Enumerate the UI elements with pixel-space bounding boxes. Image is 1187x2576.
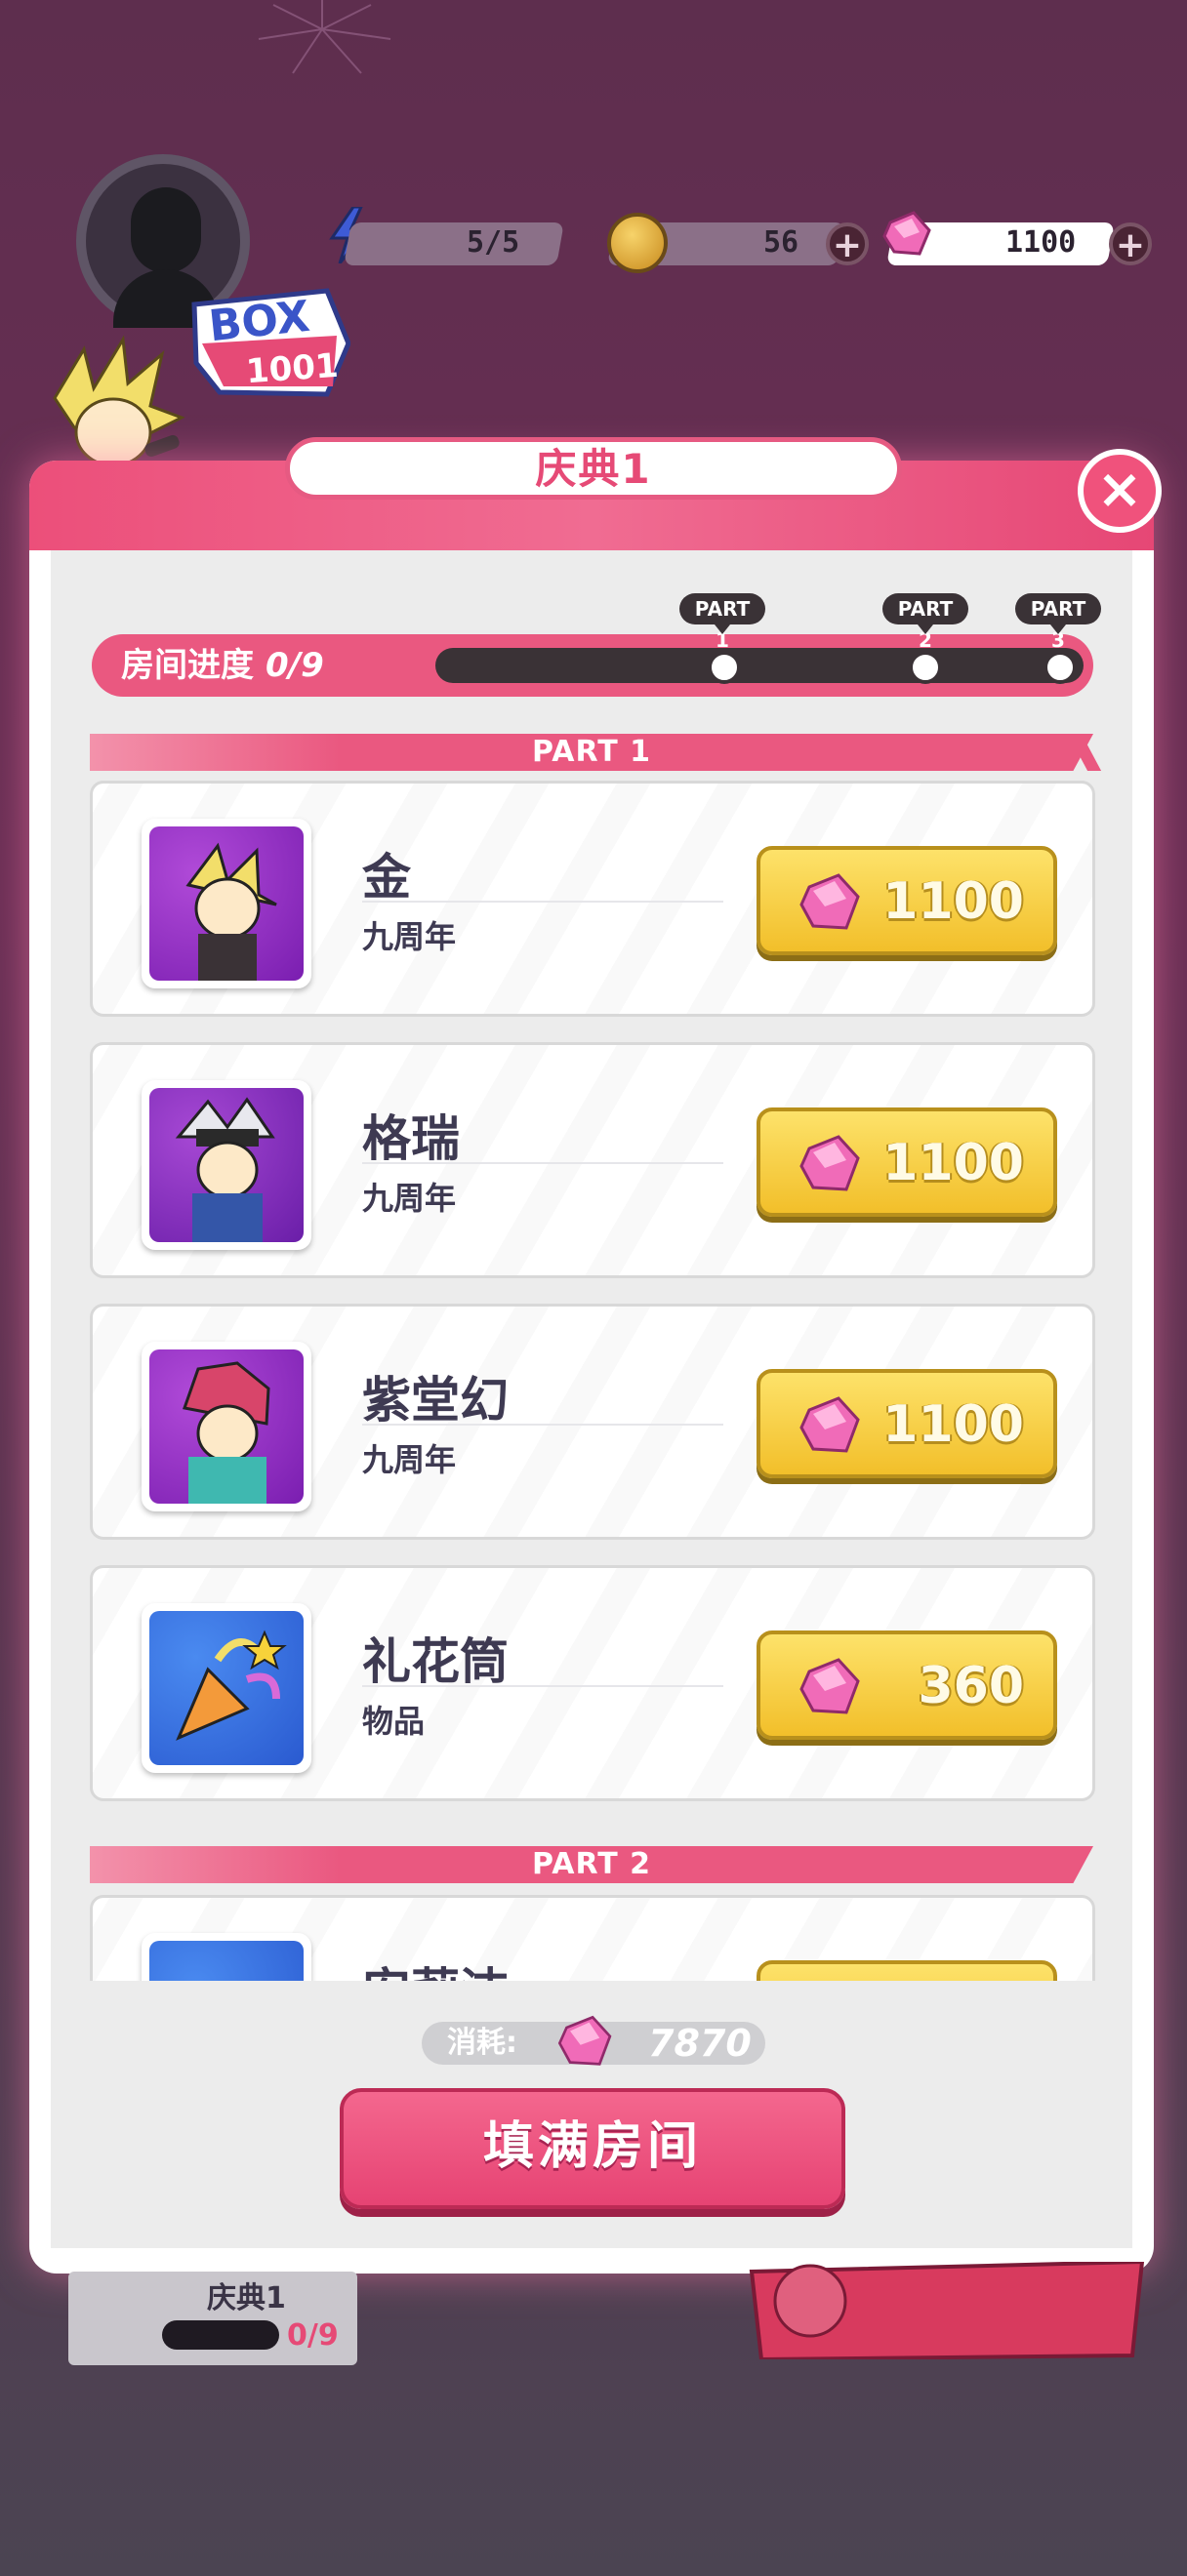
character-portrait [142,819,311,988]
part-tag-2: PART 2 [882,593,968,652]
fill-room-button-label: 填满房间 [482,2117,702,2176]
badge-label-box: BOX [206,291,312,352]
item-list[interactable]: 金 九周年 1100 格瑞 九周年 1100 紫堂幻 九周年 1100 礼花筒 … [90,771,1095,1981]
item-name: 礼花筒 [362,1633,509,1690]
dialog-title: 庆典1 [285,437,902,500]
dialog-title-text: 庆典1 [535,445,652,493]
part-tag-1: PART 1 [679,593,765,652]
list-item: 金 九周年 1100 [90,781,1095,1017]
item-name: 金 [362,849,411,906]
room-progress-label: 房间进度 0/9 [121,640,324,691]
progress-node-part2 [909,651,942,684]
progress-node-part3 [1044,651,1077,684]
divider [362,1685,723,1687]
gem-icon [799,1396,860,1453]
energy-counter [344,222,564,265]
part-tag-3: PART 3 [1015,593,1101,652]
character-art-icon [175,1097,275,1242]
section-banner-part1: PART 1 [90,734,1093,771]
background-go-banner [749,2262,1145,2359]
buy-button[interactable]: 360 [757,1630,1057,1740]
buy-button[interactable]: 1100 [757,1107,1057,1217]
gem-icon [799,1658,860,1714]
section-title: PART 1 [532,735,651,769]
character-art-icon [185,842,277,981]
cost-value: 7870 [648,2022,752,2065]
firework-decoration [258,0,391,74]
room-progress-value: 0/9 [266,646,324,685]
item-name: 紫堂幻 [362,1372,509,1429]
divider [362,901,723,903]
list-item: 礼花筒 物品 360 [90,1565,1095,1801]
item-portrait [142,1603,311,1773]
character-portrait [142,1342,311,1511]
background-room-count: 0/9 [287,2318,339,2353]
item-subtitle: 九周年 [362,918,457,955]
item-subtitle: 物品 [362,1703,426,1740]
badge-label-number: 1001 [244,345,340,392]
party-popper-icon [176,1630,287,1741]
progress-node-part1 [708,651,741,684]
character-portrait [142,1080,311,1250]
room-progress-label-text: 房间进度 [121,646,254,685]
character-art-icon [183,1361,270,1504]
item-subtitle: 九周年 [362,1441,457,1478]
gem-icon [557,2015,612,2066]
price-label: 360 [918,1657,1024,1715]
list-item: 紫堂幻 九周年 1100 [90,1304,1095,1540]
character-portrait [142,1933,311,1981]
item-subtitle: 九周年 [362,1180,457,1217]
energy-value: 5/5 [467,225,520,260]
divider [362,1162,723,1164]
list-item: 安莉洁 [90,1895,1095,1981]
gem-icon [799,1135,860,1191]
buy-button[interactable]: 1100 [757,846,1057,955]
item-name: 格瑞 [362,1110,460,1167]
buy-button[interactable]: 1100 [757,1369,1057,1478]
background-room-label: 庆典1 [207,2281,286,2315]
gem-icon [799,873,860,930]
close-icon: × [1096,458,1143,521]
add-coins-button[interactable]: + [826,222,869,265]
item-name: 安莉洁 [362,1952,509,1981]
add-gems-button[interactable]: + [1109,222,1152,265]
price-label: 1100 [882,872,1024,931]
fill-room-button[interactable]: 填满房间 [340,2088,845,2209]
coin-icon [607,213,668,273]
section-title: PART 2 [532,1847,651,1881]
section-banner-part2: PART 2 [90,1846,1093,1883]
cost-label: 消耗: [447,2026,517,2060]
price-label: 1100 [882,1395,1024,1454]
buy-button[interactable] [757,1960,1057,1981]
gem-value: 1100 [1005,225,1077,260]
room-progress-bar [435,648,1084,683]
coin-value: 56 [763,225,799,260]
price-label: 1100 [882,1134,1024,1192]
background-room-progress [162,2320,279,2350]
gem-icon [882,211,931,256]
close-button[interactable]: × [1078,449,1162,533]
list-item: 格瑞 九周年 1100 [90,1042,1095,1278]
divider [362,1424,723,1426]
